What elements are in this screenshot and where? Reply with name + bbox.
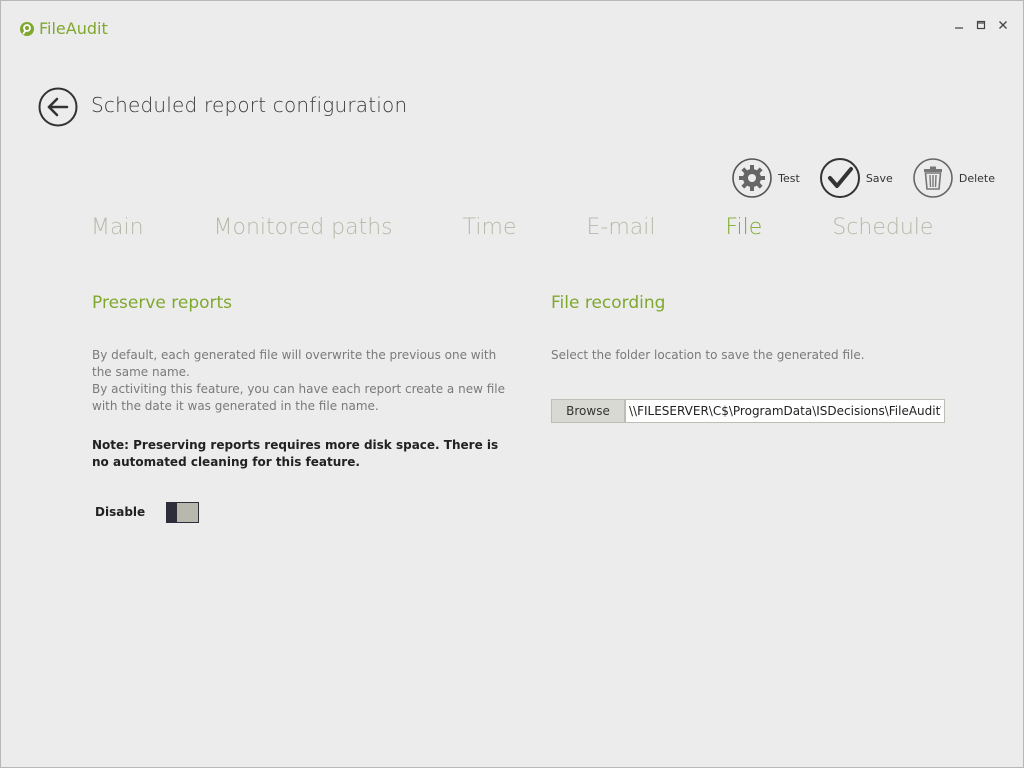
tab-bar: Main Monitored paths Time E-mail File Sc…: [91, 215, 933, 240]
delete-button[interactable]: Delete: [913, 158, 995, 198]
minimize-button[interactable]: [953, 19, 965, 31]
window-controls: [953, 19, 1009, 31]
toggle-knob: [167, 503, 177, 522]
tab-monitored-paths[interactable]: Monitored paths: [214, 215, 393, 240]
save-label: Save: [865, 171, 893, 185]
tab-time[interactable]: Time: [463, 215, 517, 240]
gear-icon: [732, 158, 772, 198]
toggle-label: Disable: [95, 505, 146, 519]
test-button[interactable]: Test: [732, 158, 800, 198]
arrow-left-icon: [38, 87, 78, 127]
delete-label: Delete: [958, 171, 995, 185]
app-logo: FileAudit: [19, 19, 108, 38]
tab-main[interactable]: Main: [91, 215, 144, 240]
trash-icon: [913, 158, 953, 198]
fileaudit-logo-icon: [20, 21, 34, 36]
maximize-icon: [976, 20, 986, 30]
checkmark-icon: [819, 158, 860, 198]
file-recording-description: Select the folder location to save the g…: [551, 348, 865, 362]
page-title: Scheduled report configuration: [91, 93, 408, 117]
browse-button[interactable]: Browse: [551, 399, 625, 423]
close-icon: [999, 21, 1007, 29]
close-button[interactable]: [997, 19, 1009, 31]
preserve-note: Note: Preserving reports requires more d…: [92, 438, 499, 469]
tab-email[interactable]: E-mail: [587, 215, 656, 240]
maximize-button[interactable]: [975, 19, 987, 31]
preserve-reports-title: Preserve reports: [92, 293, 233, 313]
preserve-description: By default, each generated file will ove…: [92, 347, 512, 415]
save-button[interactable]: Save: [819, 158, 893, 198]
app-window: FileAudit Scheduled report configuration: [0, 0, 1024, 768]
action-toolbar: Test Save Delete: [732, 158, 995, 198]
file-recording-title: File recording: [551, 293, 666, 313]
preserve-description-line2: By activiting this feature, you can have…: [92, 382, 505, 413]
preserve-toggle[interactable]: [166, 502, 199, 523]
tab-file[interactable]: File: [725, 215, 762, 240]
app-title: FileAudit: [39, 19, 108, 38]
back-button[interactable]: [38, 87, 78, 127]
test-label: Test: [778, 171, 800, 185]
tab-schedule[interactable]: Schedule: [832, 215, 933, 240]
preserve-description-line1: By default, each generated file will ove…: [92, 348, 497, 379]
minimize-icon: [955, 27, 963, 29]
folder-path-input[interactable]: [625, 399, 945, 423]
